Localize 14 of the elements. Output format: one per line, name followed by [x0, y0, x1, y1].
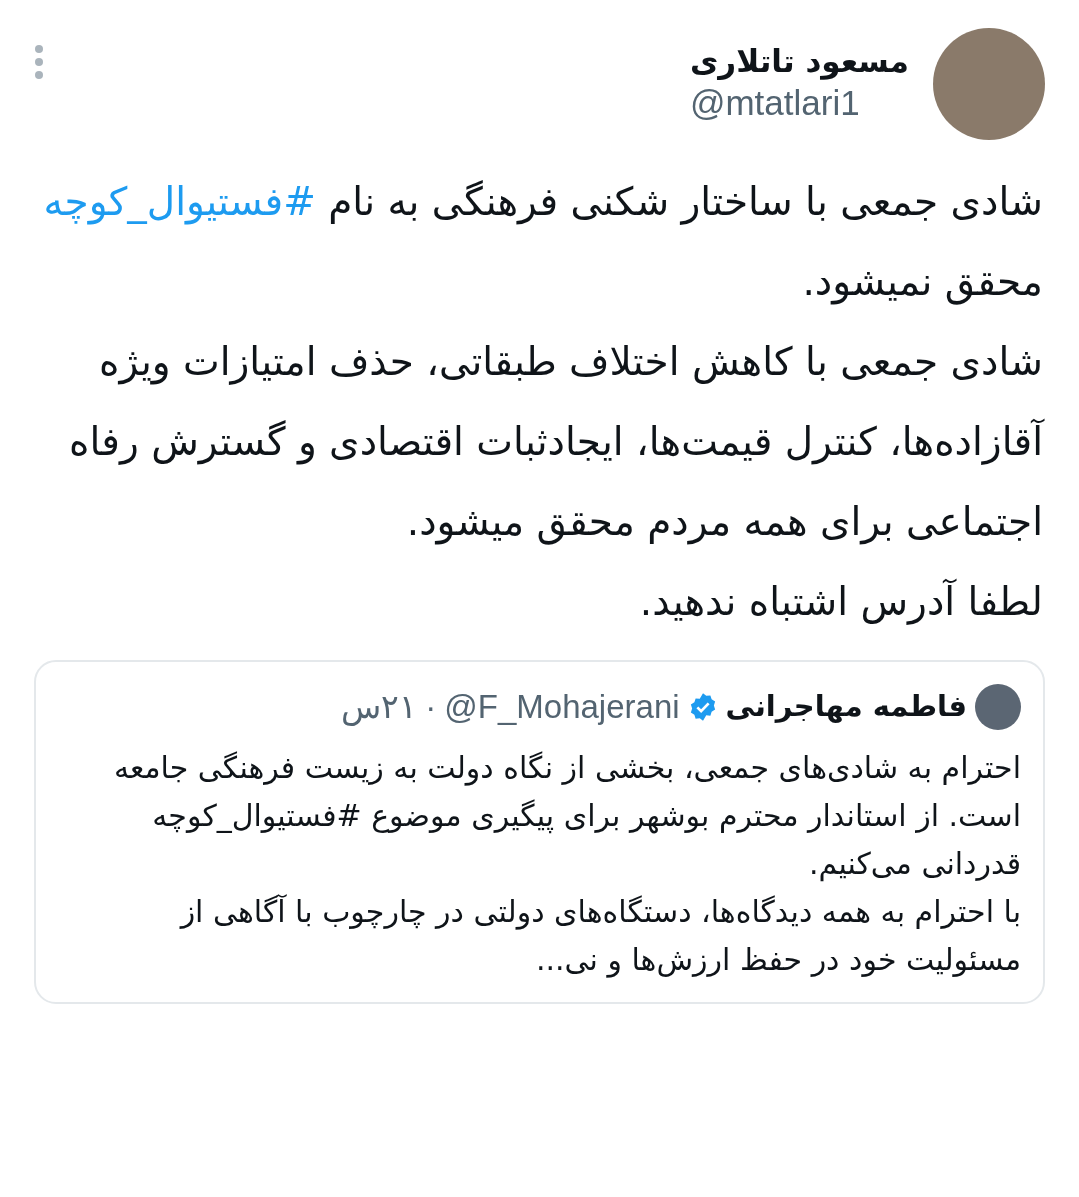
separator-dot: · — [425, 687, 437, 727]
tweet-text: شادی جمعی با کاهش اختلاف طبقاتی، حذف امتیازات ویژه آقازاده‌ها، کنترل قیمت‌ها، ایجادثبات اقتصادی و گسترش رفاه اجتماعی برای همه مردم محقق میشود. — [68, 338, 1043, 547]
quoted-tweet-card[interactable] — [34, 660, 1045, 1004]
author-name[interactable]: مسعود تاتلاری — [689, 42, 909, 80]
author-handle[interactable]: @mtatlari1 — [689, 79, 909, 126]
quoted-author-handle: @F_Mohajerani — [444, 687, 680, 727]
tweet-time: ۲۱س — [341, 687, 418, 728]
tweet-text: شادی جمعی با ساختار شکنی فرهنگی به نام #فستیوال_کوچه محقق نمیشود. — [42, 178, 1043, 307]
quoted-tweet-text: احترام به شادی‌های جمعی، بخشی از نگاه دولت به زیست فرهنگی جامعه است. از استاندار محترم بوشهر برای پیگیری موضوع #فستیوال_کوچه قدردانی می‌کنیم. — [113, 748, 1021, 884]
more-options-icon[interactable] — [34, 44, 44, 80]
tweet-text: لطفا آدرس اشتباه ندهید. — [638, 577, 1043, 627]
quoted-author-name: فاطمه مهاجرانی — [725, 688, 967, 725]
quoted-tweet-text: با احترام به همه دیدگاه‌ها، دستگاه‌های دولتی در چارچوب با آگاهی از مسئولیت خود در حفظ ارزش‌ها و نی... — [178, 892, 1021, 980]
avatar-placeholder — [975, 683, 1021, 730]
